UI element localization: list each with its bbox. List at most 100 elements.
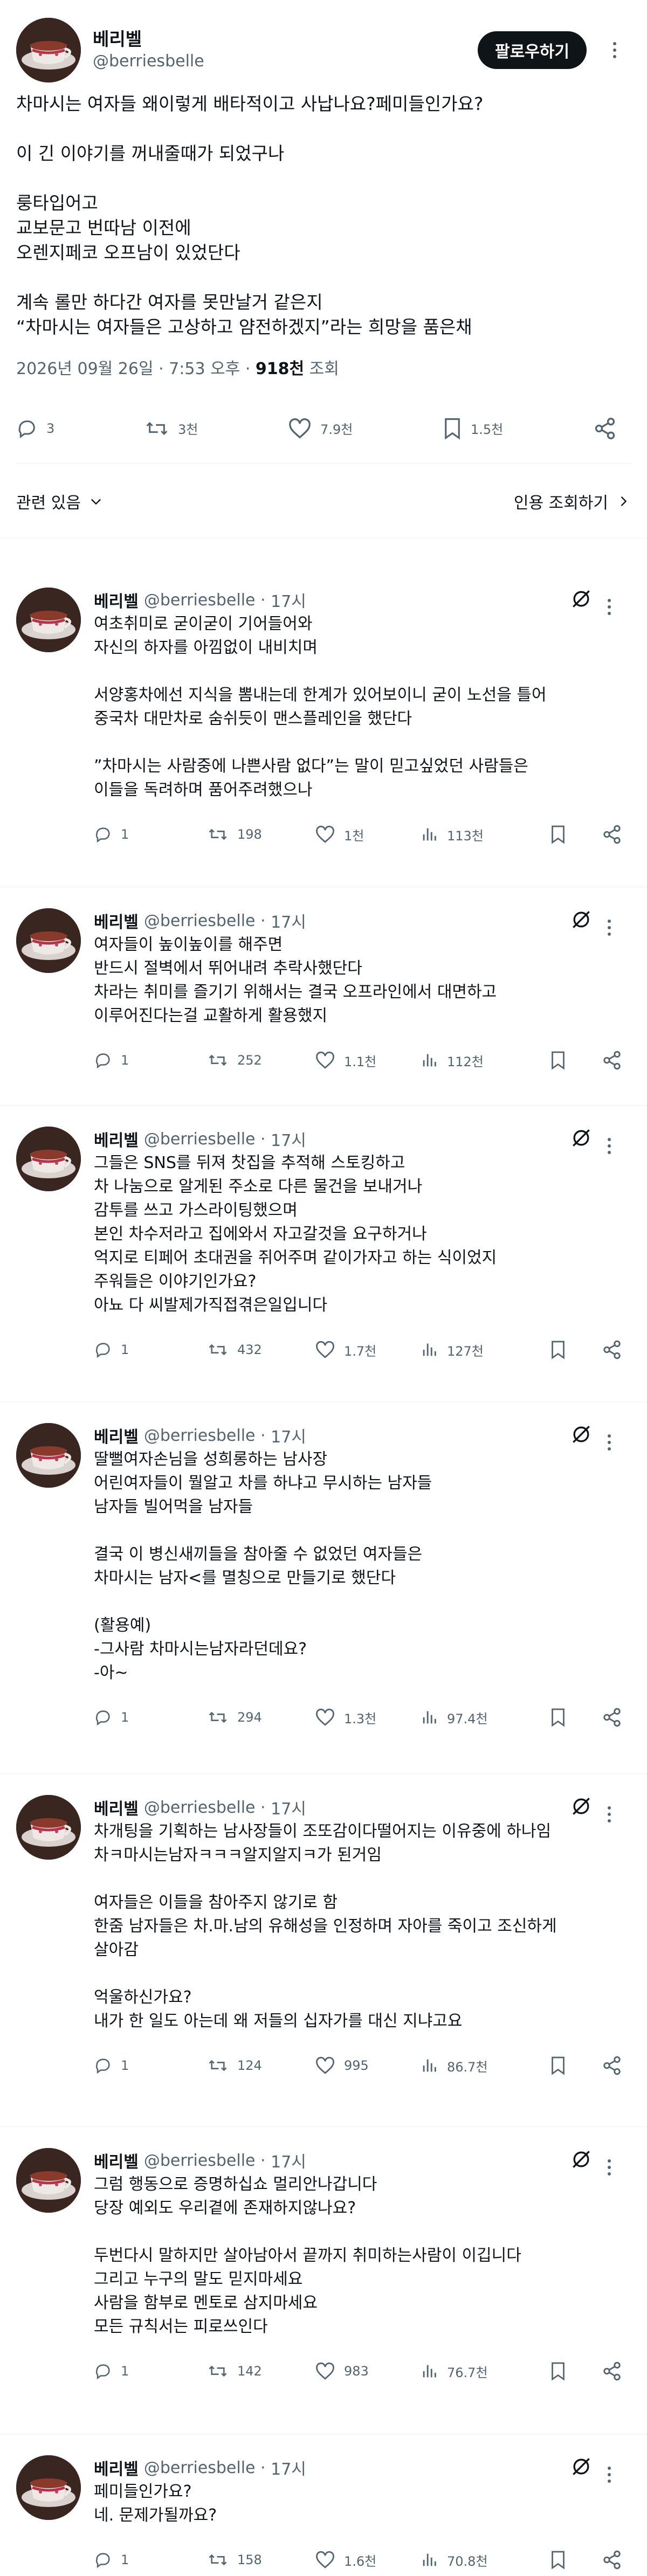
grok-icon[interactable] (569, 1126, 593, 1152)
like-button[interactable]: 995 (315, 2056, 420, 2075)
reply-time[interactable]: 17시 (271, 909, 306, 933)
grok-icon[interactable] (569, 1422, 593, 1448)
reply-author-handle[interactable]: @berriesbelle (144, 1798, 256, 1817)
reply-tweet[interactable]: 베리벨 @berriesbelle · 17시 딸뻘여자손님을 성희롱하는 남사장 … (0, 1423, 647, 1734)
bookmark-button[interactable] (550, 1340, 575, 1359)
share-button[interactable] (602, 824, 631, 845)
more-options-icon[interactable] (593, 911, 625, 944)
tweet-date[interactable]: 2026년 09월 26일 · 7:53 오후 · (16, 360, 256, 378)
share-button[interactable] (602, 1050, 631, 1071)
share-button[interactable] (593, 417, 625, 440)
more-options-icon[interactable] (593, 1798, 625, 1831)
reply-time[interactable]: 17시 (271, 588, 306, 612)
avatar[interactable] (16, 2455, 81, 2520)
reply-button[interactable]: 1 (94, 825, 207, 844)
avatar[interactable] (16, 1127, 81, 1191)
reply-button[interactable]: 1 (94, 2362, 207, 2380)
views-button[interactable]: 113천 (420, 825, 533, 844)
bookmark-button[interactable] (550, 2361, 575, 2381)
view-quotes[interactable]: 인용 조회하기 (514, 489, 631, 513)
bookmark-button[interactable]: 1.5천 (443, 417, 503, 440)
reply-tweet[interactable]: 베리벨 @berriesbelle · 17시 그들은 SNS를 뒤져 찻집을 추적… (0, 1127, 647, 1366)
reply-author-handle[interactable]: @berriesbelle (144, 2458, 256, 2477)
reply-tweet[interactable]: 베리벨 @berriesbelle · 17시 페미들인가요? 네. 문제가될까요?… (0, 2455, 647, 2576)
reply-tweet[interactable]: 베리벨 @berriesbelle · 17시 그럼 행동으로 증명하십쇼 멀리안나… (0, 2148, 647, 2387)
more-options-icon[interactable] (593, 2458, 625, 2491)
reply-author-handle[interactable]: @berriesbelle (144, 1130, 256, 1149)
reply-time[interactable]: 17시 (271, 2149, 306, 2172)
bookmark-button[interactable] (550, 1708, 575, 1727)
avatar[interactable] (16, 1795, 81, 1860)
reply-button[interactable]: 1 (94, 2551, 207, 2569)
reply-time[interactable]: 17시 (271, 1424, 306, 1447)
reply-button[interactable]: 1 (94, 1051, 207, 1069)
bookmark-button[interactable] (550, 2550, 575, 2570)
avatar[interactable] (16, 1423, 81, 1488)
reply-author-name[interactable]: 베리벨 (94, 909, 139, 933)
like-button[interactable]: 1천 (315, 825, 420, 844)
repost-button[interactable]: 3천 (144, 418, 198, 439)
grok-icon[interactable] (569, 2147, 593, 2173)
reply-button[interactable]: 1 (94, 1341, 207, 1359)
reply-author-name[interactable]: 베리벨 (94, 2149, 139, 2172)
like-button[interactable]: 1.3천 (315, 1708, 420, 1727)
like-button[interactable]: 1.1천 (315, 1051, 420, 1070)
avatar[interactable] (16, 908, 81, 973)
grok-icon[interactable] (569, 908, 593, 934)
avatar[interactable] (16, 2148, 81, 2213)
more-options-icon[interactable] (593, 2151, 625, 2184)
views-button[interactable]: 70.8천 (420, 2551, 533, 2570)
like-button[interactable]: 983 (315, 2362, 420, 2380)
share-button[interactable] (602, 1339, 631, 1360)
reply-tweet[interactable]: 베리벨 @berriesbelle · 17시 차개팅을 기획하는 남사장들이 조또… (0, 1795, 647, 2082)
like-button[interactable]: 1.6천 (315, 2551, 420, 2570)
bookmark-button[interactable] (550, 825, 575, 844)
grok-icon[interactable] (569, 2455, 593, 2481)
reply-author-handle[interactable]: @berriesbelle (144, 911, 256, 930)
reply-tweet[interactable]: 베리벨 @berriesbelle · 17시 여자들이 높이높이를 해주면 반드시… (0, 908, 647, 1076)
reply-time[interactable]: 17시 (271, 1127, 306, 1151)
reply-button[interactable]: 1 (94, 2056, 207, 2075)
repost-button[interactable]: 142 (207, 2362, 315, 2380)
more-options-icon[interactable] (593, 1130, 625, 1162)
reply-author-name[interactable]: 베리벨 (94, 1424, 139, 1447)
repost-button[interactable]: 252 (207, 1051, 315, 1069)
views-button[interactable]: 112천 (420, 1051, 533, 1070)
author-name[interactable]: 베리벨 (93, 28, 478, 51)
reply-author-name[interactable]: 베리벨 (94, 2456, 139, 2480)
reply-button[interactable]: 3 (16, 418, 54, 439)
more-options-icon[interactable] (593, 1426, 625, 1459)
views-button[interactable]: 86.7천 (420, 2056, 533, 2075)
repost-button[interactable]: 158 (207, 2551, 315, 2569)
share-button[interactable] (602, 1707, 631, 1728)
avatar[interactable] (16, 588, 81, 652)
bookmark-button[interactable] (550, 2056, 575, 2075)
repost-button[interactable]: 198 (207, 825, 315, 844)
grok-icon[interactable] (569, 1794, 593, 1820)
follow-button[interactable]: 팔로우하기 (478, 31, 587, 69)
like-button[interactable]: 7.9천 (288, 418, 353, 439)
sort-relevance[interactable]: 관련 있음 (16, 489, 104, 513)
share-button[interactable] (602, 2055, 631, 2076)
repost-button[interactable]: 294 (207, 1708, 315, 1726)
reply-author-name[interactable]: 베리벨 (94, 1795, 139, 1819)
reply-time[interactable]: 17시 (271, 2456, 306, 2480)
author-handle[interactable]: @berriesbelle (93, 51, 478, 72)
repost-button[interactable]: 432 (207, 1341, 315, 1359)
avatar[interactable] (16, 18, 81, 82)
views-button[interactable]: 127천 (420, 1341, 533, 1359)
more-options-icon[interactable] (593, 591, 625, 623)
like-button[interactable]: 1.7천 (315, 1341, 420, 1359)
reply-time[interactable]: 17시 (271, 1795, 306, 1819)
repost-button[interactable]: 124 (207, 2056, 315, 2075)
reply-author-handle[interactable]: @berriesbelle (144, 1426, 256, 1445)
more-options-icon[interactable] (598, 34, 631, 66)
bookmark-button[interactable] (550, 1051, 575, 1070)
views-button[interactable]: 76.7천 (420, 2362, 533, 2381)
reply-author-name[interactable]: 베리벨 (94, 588, 139, 612)
reply-author-handle[interactable]: @berriesbelle (144, 2151, 256, 2170)
share-button[interactable] (602, 2550, 631, 2570)
reply-tweet[interactable]: 베리벨 @berriesbelle · 17시 여초취미로 굳이굳이 기어들어와 자… (0, 588, 647, 851)
share-button[interactable] (602, 2361, 631, 2381)
reply-author-handle[interactable]: @berriesbelle (144, 591, 256, 610)
